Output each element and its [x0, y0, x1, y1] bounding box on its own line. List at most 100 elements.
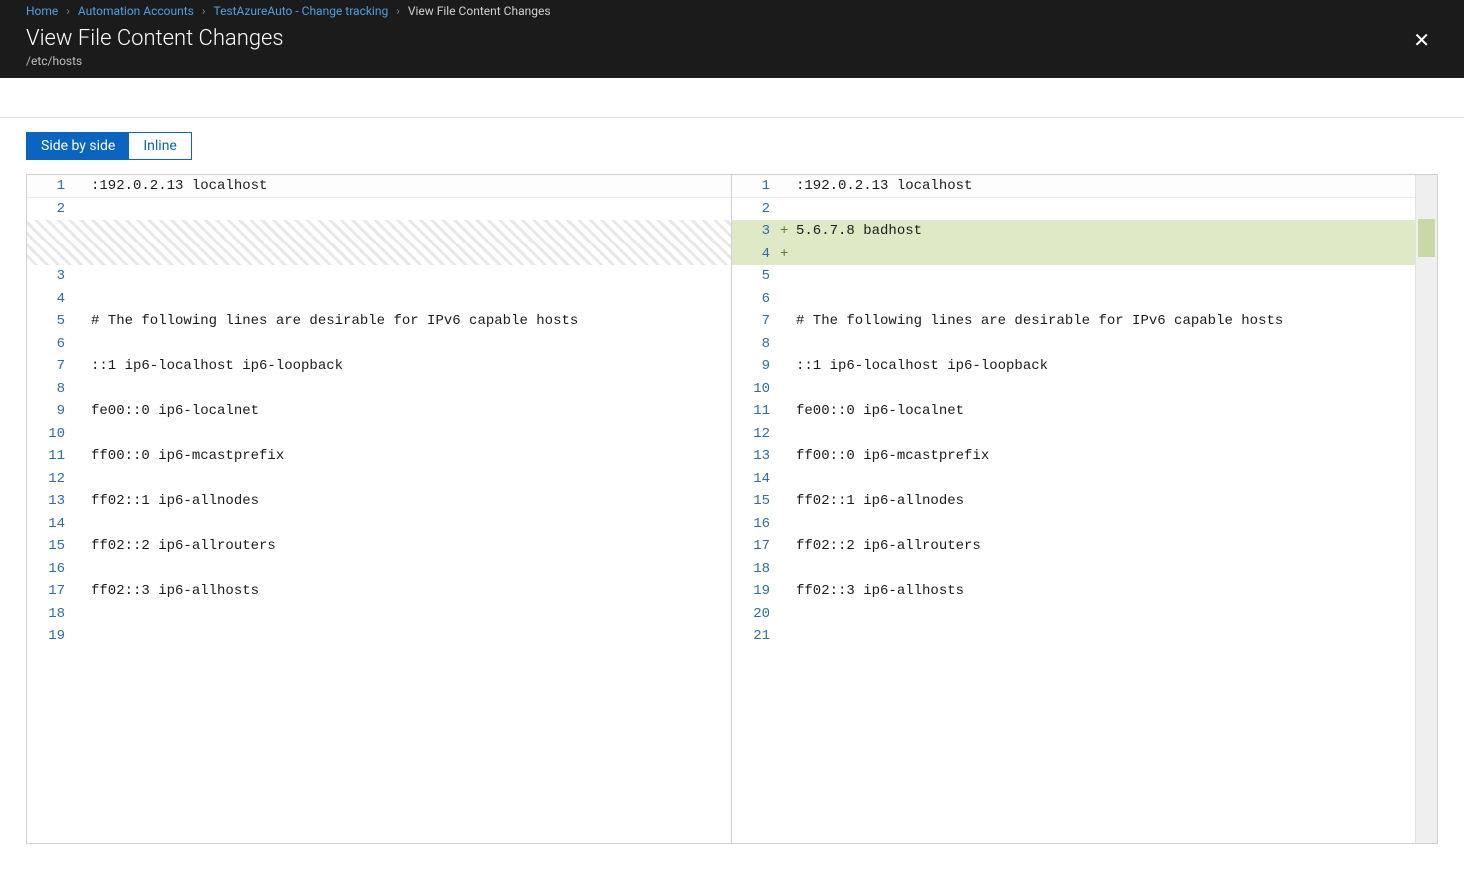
- diff-pane-original[interactable]: 1 :192.0.2.13 localhost 2 345# The followin…: [27, 175, 732, 843]
- diff-row: 6: [732, 288, 1415, 311]
- breadcrumb: Home › Automation Accounts › TestAzureAu…: [0, 0, 1464, 22]
- diff-row: 5# The following lines are desirable for…: [27, 310, 731, 333]
- diff-pane-modified[interactable]: 1 :192.0.2.13 localhost 23+5.6.7.8 badhost…: [732, 175, 1437, 843]
- line-number: 3: [732, 220, 780, 243]
- diff-row: 20: [732, 603, 1415, 626]
- breadcrumb-home[interactable]: Home: [26, 4, 58, 18]
- diff-row: 18: [732, 558, 1415, 581]
- diff-row: 15ff02::1 ip6-allnodes: [732, 490, 1415, 513]
- line-number: 9: [732, 355, 780, 378]
- code-text: ff00::0 ip6-mcastprefix: [89, 445, 731, 468]
- view-toggle-group: Side by side Inline: [26, 132, 192, 160]
- line-number: 21: [732, 625, 780, 648]
- diff-row: 10: [27, 423, 731, 446]
- code-text: ff02::2 ip6-allrouters: [794, 535, 1415, 558]
- code-text: ::1 ip6-localhost ip6-loopback: [794, 355, 1415, 378]
- overview-change-mark: [1418, 219, 1435, 257]
- diff-row: 7::1 ip6-localhost ip6-loopback: [27, 355, 731, 378]
- diff-row: 2: [27, 198, 731, 221]
- breadcrumb-automation-accounts[interactable]: Automation Accounts: [78, 4, 194, 18]
- diff-row: 5: [732, 265, 1415, 288]
- line-number: 15: [27, 535, 75, 558]
- line-number: 18: [732, 558, 780, 581]
- line-number: 16: [732, 513, 780, 536]
- diff-row: 16: [27, 558, 731, 581]
- code-text: ff00::0 ip6-mcastprefix: [794, 445, 1415, 468]
- code-text: fe00::0 ip6-localnet: [89, 400, 731, 423]
- line-number: 10: [27, 423, 75, 446]
- breadcrumb-sep-icon: ›: [396, 4, 400, 18]
- line-number: 3: [27, 265, 75, 288]
- diff-row: 19: [27, 625, 731, 648]
- line-number: 13: [27, 490, 75, 513]
- diff-row: 14: [27, 513, 731, 536]
- code-text: ff02::1 ip6-allnodes: [89, 490, 731, 513]
- code-text: 5.6.7.8 badhost: [794, 220, 1415, 243]
- diff-row: 11 ff00::0 ip6-mcastprefix: [27, 445, 731, 468]
- breadcrumb-sep-icon: ›: [66, 4, 70, 18]
- diff-row: 9fe00::0 ip6-localnet: [27, 400, 731, 423]
- code-text: ff02::3 ip6-allhosts: [794, 580, 1415, 603]
- diff-row: 7# The following lines are desirable for…: [732, 310, 1415, 333]
- page-title: View File Content Changes: [26, 26, 284, 52]
- code-text: ff02::3 ip6-allhosts: [89, 580, 731, 603]
- diff-row: 15ff02::2 ip6-allrouters: [27, 535, 731, 558]
- diff-row: 2: [732, 198, 1415, 221]
- diff-row: [27, 220, 731, 243]
- line-number: 17: [27, 580, 75, 603]
- code-text: :192.0.2.13 localhost: [89, 175, 731, 197]
- diff-row: 3+5.6.7.8 badhost: [732, 220, 1415, 243]
- diff-row: 21: [732, 625, 1415, 648]
- overview-ruler[interactable]: [1415, 175, 1437, 843]
- toggle-side-by-side[interactable]: Side by side: [27, 133, 129, 159]
- line-number: 6: [27, 333, 75, 356]
- line-number: 12: [27, 468, 75, 491]
- header: View File Content Changes /etc/hosts ✕: [0, 22, 1464, 78]
- line-number: 19: [732, 580, 780, 603]
- diff-row: 6: [27, 333, 731, 356]
- page-subtitle: /etc/hosts: [26, 54, 284, 68]
- line-number: 16: [27, 558, 75, 581]
- code-text: :192.0.2.13 localhost: [794, 175, 1415, 197]
- line-number: 11: [732, 400, 780, 423]
- line-number: 15: [732, 490, 780, 513]
- diff-row: [27, 243, 731, 266]
- line-number: 10: [732, 378, 780, 401]
- diff-row: 12: [27, 468, 731, 491]
- line-number: 11: [27, 445, 75, 468]
- breadcrumb-sep-icon: ›: [202, 4, 206, 18]
- diff-row: 1 :192.0.2.13 localhost: [27, 175, 731, 198]
- breadcrumb-current: View File Content Changes: [408, 4, 551, 18]
- line-number: 6: [732, 288, 780, 311]
- line-number: 5: [732, 265, 780, 288]
- line-number: 8: [732, 333, 780, 356]
- diff-row: 14: [732, 468, 1415, 491]
- line-number: 18: [27, 603, 75, 626]
- diff-row: 4: [27, 288, 731, 311]
- line-number: 1: [732, 175, 780, 197]
- diff-row: 16: [732, 513, 1415, 536]
- diff-row: 10: [732, 378, 1415, 401]
- diff-viewer: 1:192.0.2.13 localhost2345# The followin…: [26, 174, 1438, 844]
- code-text: ::1 ip6-localhost ip6-loopback: [89, 355, 731, 378]
- diff-row: 13ff00::0 ip6-mcastprefix: [732, 445, 1415, 468]
- diff-row: 8: [27, 378, 731, 401]
- diff-row: 17ff02::2 ip6-allrouters: [732, 535, 1415, 558]
- line-number: 19: [27, 625, 75, 648]
- diff-row: 11fe00::0 ip6-localnet: [732, 400, 1415, 423]
- diff-row: 1 :192.0.2.13 localhost: [732, 175, 1415, 198]
- diff-row: 18: [27, 603, 731, 626]
- code-text: # The following lines are desirable for …: [794, 310, 1415, 333]
- line-number: 2: [27, 198, 75, 221]
- code-text: # The following lines are desirable for …: [89, 310, 731, 333]
- close-icon[interactable]: ✕: [1405, 26, 1438, 54]
- line-number: 2: [732, 198, 780, 221]
- diff-row: 8: [732, 333, 1415, 356]
- toggle-inline[interactable]: Inline: [129, 133, 191, 159]
- diff-row: 3: [27, 265, 731, 288]
- breadcrumb-change-tracking[interactable]: TestAzureAuto - Change tracking: [213, 4, 388, 18]
- line-number: 4: [27, 288, 75, 311]
- line-number: 1: [27, 175, 75, 197]
- line-number: 7: [27, 355, 75, 378]
- line-number: 14: [27, 513, 75, 536]
